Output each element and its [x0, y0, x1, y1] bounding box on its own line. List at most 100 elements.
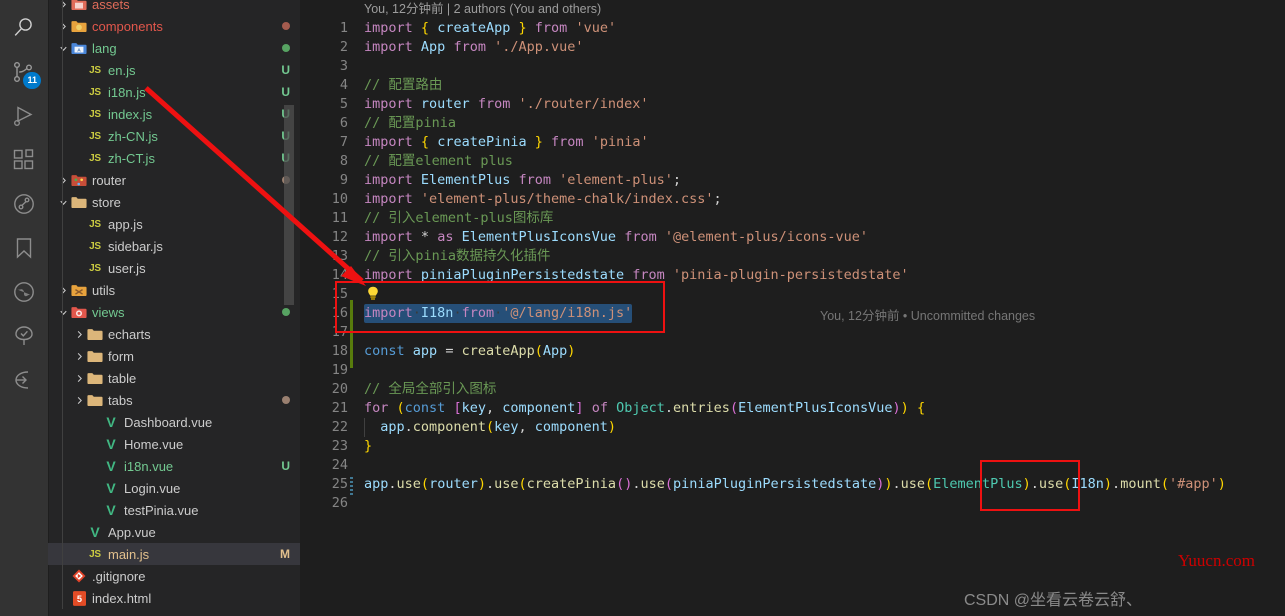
chevron-right-icon[interactable] — [72, 389, 86, 411]
code-line[interactable]: 3 — [300, 57, 1285, 76]
code-line[interactable]: 26 — [300, 494, 1285, 513]
activity-item-run-debug[interactable] — [0, 94, 48, 138]
code-line[interactable]: 23} — [300, 437, 1285, 456]
code-line[interactable]: 18 const app = createApp(App) — [300, 342, 1285, 361]
code-line[interactable]: 12 import * as ElementPlusIconsVue from '… — [300, 228, 1285, 247]
code-line[interactable]: 6 // 配置pinia — [300, 114, 1285, 133]
code-line[interactable]: 4 // 配置路由 — [300, 76, 1285, 95]
chevron-right-icon[interactable] — [72, 345, 86, 367]
chevron-right-icon[interactable] — [56, 169, 70, 191]
chevron-down-icon[interactable] — [56, 37, 70, 59]
tree-file-row[interactable]: VtestPinia.vue — [48, 499, 300, 521]
vue-file-icon: V — [90, 524, 100, 540]
tree-file-row[interactable]: V Dashboard.vue — [48, 411, 300, 433]
activity-item-search[interactable] — [0, 6, 48, 50]
code-line[interactable]: 9 import ElementPlus from 'element-plus'; — [300, 171, 1285, 190]
file-type-icon: V — [102, 477, 120, 499]
folder-icon — [71, 196, 87, 208]
code-line[interactable]: 7 import { createPinia } from 'pinia' — [300, 133, 1285, 152]
code-line[interactable]: 22 app.component(key, component) — [300, 418, 1285, 437]
tree-folder-row[interactable]: utils — [48, 279, 300, 301]
tree-folder-row[interactable]: views — [48, 301, 300, 323]
code-token: for — [364, 400, 389, 416]
activity-item-source-control[interactable]: 11 — [0, 50, 48, 94]
file-type-icon — [70, 15, 88, 37]
tree-file-row[interactable]: Vi18n.vue U — [48, 455, 300, 477]
file-type-icon — [70, 191, 88, 213]
tree-file-row[interactable]: 5 index.html — [48, 587, 300, 609]
tree-file-row[interactable]: JS app.js — [48, 213, 300, 235]
chevron-right-icon[interactable] — [56, 15, 70, 37]
tree-file-row[interactable]: JSzh-CN.jsU — [48, 125, 300, 147]
activity-item-todo-tree[interactable] — [0, 314, 48, 358]
activity-item-bookmarks[interactable] — [0, 226, 48, 270]
chevron-down-icon[interactable] — [56, 301, 70, 323]
tree-folder-row[interactable]: table — [48, 367, 300, 389]
tree-file-row[interactable]: V App.vue — [48, 521, 300, 543]
explorer-scrollbar[interactable] — [284, 105, 294, 305]
activity-item-gitlens[interactable] — [0, 182, 48, 226]
file-type-icon — [70, 0, 88, 15]
activity-item-remote-explorer[interactable] — [0, 270, 48, 314]
extensions-icon — [12, 148, 36, 172]
code-line[interactable]: 13 // 引入pinia数据持久化插件 — [300, 247, 1285, 266]
tree-folder-row[interactable]: components — [48, 15, 300, 37]
activity-item-extensions[interactable] — [0, 138, 48, 182]
file-tree[interactable]: assets components Alang JS en.js U JS i18n.js U J… — [48, 0, 300, 609]
tree-file-row[interactable]: JS user.js — [48, 257, 300, 279]
code-line[interactable]: 21 for (const [key, component] of Object.… — [300, 399, 1285, 418]
code-lines[interactable]: 1 import { createApp } from 'vue' 2 import … — [300, 19, 1285, 513]
tree-file-row[interactable]: JS main.js M — [48, 543, 300, 565]
code-line[interactable]: 24 — [300, 456, 1285, 475]
tree-folder-row[interactable]: router — [48, 169, 300, 191]
code-line[interactable]: 16 import·I18n·from·'@/lang/i18n.js' — [300, 304, 1285, 323]
tree-file-row[interactable]: V Login.vue — [48, 477, 300, 499]
line-content: app.component(key, component) — [364, 418, 616, 437]
tree-folder-row[interactable]: form — [48, 345, 300, 367]
code-line[interactable]: 14 import piniaPluginPersistedstate from … — [300, 266, 1285, 285]
tree-file-row[interactable]: .gitignore — [48, 565, 300, 587]
tree-file-row[interactable]: JS en.js U — [48, 59, 300, 81]
code-line[interactable]: 2 import App from './App.vue' — [300, 38, 1285, 57]
tree-file-row[interactable]: V Home.vue — [48, 433, 300, 455]
tree-file-row[interactable]: JSindex.jsU — [48, 103, 300, 125]
tree-folder-row[interactable]: tabs — [48, 389, 300, 411]
code-token: I18n — [420, 305, 454, 321]
tree-file-row[interactable]: JS i18n.js U — [48, 81, 300, 103]
code-line[interactable]: 20 // 全局全部引入图标 — [300, 380, 1285, 399]
code-line[interactable]: 17 — [300, 323, 1285, 342]
code-line[interactable]: 1 import { createApp } from 'vue' — [300, 19, 1285, 38]
code-line[interactable]: 5 import router from './router/index' — [300, 95, 1285, 114]
chevron-down-icon[interactable] — [56, 191, 70, 213]
tree-file-row[interactable]: JS sidebar.js — [48, 235, 300, 257]
tree-folder-row[interactable]: echarts — [48, 323, 300, 345]
chevron-right-icon[interactable] — [72, 367, 86, 389]
tree-folder-row[interactable]: store — [48, 191, 300, 213]
tree-file-row[interactable]: JSzh-CT.jsU — [48, 147, 300, 169]
code-line[interactable]: 8 // 配置element plus — [300, 152, 1285, 171]
code-line[interactable]: 25 app.use(router).use(createPinia().use(… — [300, 475, 1285, 494]
chevron-right-icon[interactable] — [72, 323, 86, 345]
file-type-icon — [70, 279, 88, 301]
code-token: piniaPluginPersistedstate — [673, 476, 877, 492]
chevron-right-icon[interactable] — [56, 279, 70, 301]
code-line[interactable]: 10 import 'element-plus/theme-chalk/index… — [300, 190, 1285, 209]
chevron-right-icon[interactable] — [56, 0, 70, 15]
folder-icon — [71, 0, 87, 10]
code-line[interactable]: 15 — [300, 285, 1285, 304]
gutter-modified-line-indicator — [350, 477, 353, 496]
activity-item-import-cost[interactable] — [0, 358, 48, 402]
code-token: from — [534, 20, 568, 36]
code-token: App — [542, 343, 568, 359]
code-line[interactable]: 19 — [300, 361, 1285, 380]
tree-folder-row[interactable]: assets — [48, 0, 300, 15]
tree-folder-row[interactable]: Alang — [48, 37, 300, 59]
quick-fix-lightbulb-icon[interactable] — [366, 286, 379, 301]
code-editor[interactable]: You, 12分钟前 | 2 authors (You and others) … — [300, 0, 1285, 616]
code-line[interactable]: 11 // 引入element-plus图标库 — [300, 209, 1285, 228]
